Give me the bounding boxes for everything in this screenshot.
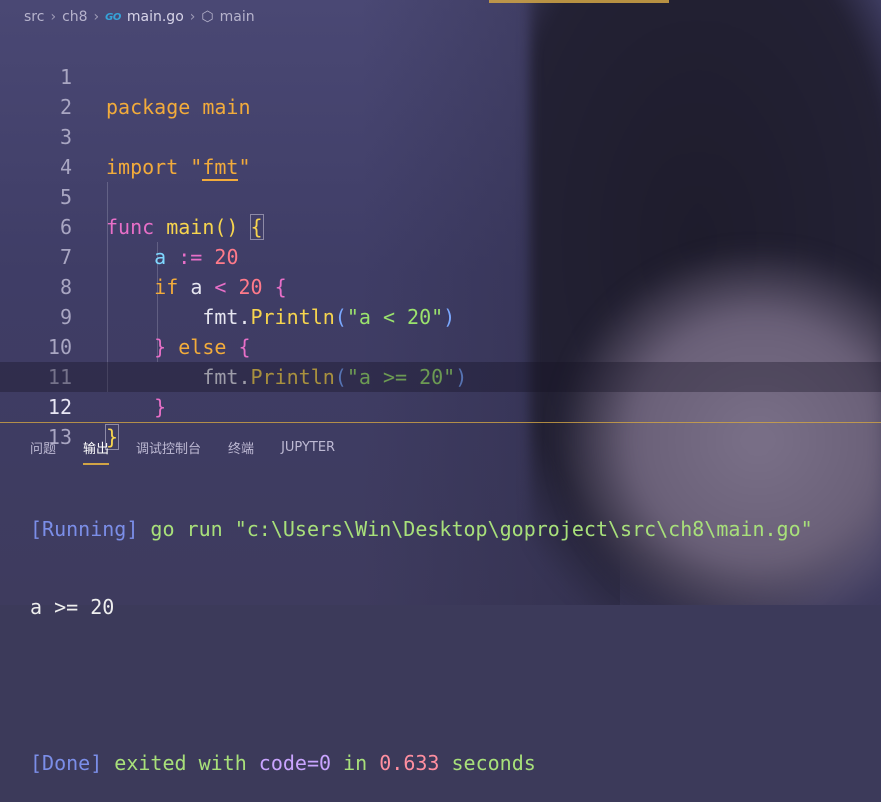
go-file-icon: GO <box>105 11 121 23</box>
breadcrumb-item-src[interactable]: src <box>24 9 44 25</box>
exit-code: code=0 <box>258 751 332 775</box>
code-line[interactable]: 7 if a < 20 { <box>0 212 881 299</box>
exited-text: exited with <box>114 751 247 775</box>
code-line[interactable]: 6 a := 20 <box>0 182 881 269</box>
code-line[interactable]: 1 package main <box>0 32 881 119</box>
tab-output[interactable]: 输出 <box>83 432 110 465</box>
run-command: go run "c:\Users\Win\Desktop\goproject\s… <box>150 517 813 541</box>
code-editor[interactable]: 1 package main 2 3 import "fmt" 4 5 func… <box>0 32 881 450</box>
tab-terminal[interactable]: 终端 <box>228 432 254 463</box>
breadcrumb-item-file[interactable]: main.go <box>127 9 184 25</box>
code-line[interactable]: 2 <box>0 62 881 119</box>
code-line[interactable]: 13 <box>0 392 881 449</box>
elapsed-value: 0.633 <box>379 751 440 775</box>
panel-divider[interactable] <box>0 422 881 423</box>
panel-tab-bar: 问题 输出 调试控制台 终端 JUPYTER <box>0 430 881 465</box>
code-line[interactable]: 9 } else { <box>0 272 881 359</box>
seconds-text: seconds <box>451 751 536 775</box>
breadcrumb-item-symbol[interactable]: main <box>220 9 255 25</box>
chevron-right-icon: › <box>93 9 100 25</box>
code-line-current[interactable]: 12 } <box>0 362 881 450</box>
output-panel[interactable]: [Running] go run "c:\Users\Win\Desktop\g… <box>30 466 813 802</box>
chevron-right-icon: › <box>50 9 57 25</box>
breadcrumb: src › ch8 › GO main.go › ⬡ main <box>0 0 881 34</box>
output-line: [Done] exited with code=0 in 0.633 secon… <box>30 748 813 778</box>
running-tag: [Running] <box>30 517 139 541</box>
output-blank <box>30 670 813 700</box>
tab-problems[interactable]: 问题 <box>30 432 56 463</box>
in-text: in <box>343 751 368 775</box>
code-line[interactable]: 3 import "fmt" <box>0 92 881 181</box>
code-line[interactable]: 4 <box>0 122 881 179</box>
code-line[interactable]: 11 } <box>0 332 881 419</box>
symbol-cube-icon: ⬡ <box>201 9 214 25</box>
done-tag: [Done] <box>30 751 103 775</box>
output-result: a >= 20 <box>30 595 115 619</box>
code-line[interactable]: 10 fmt.Println("a >= 20") <box>0 302 881 389</box>
output-line: [Running] go run "c:\Users\Win\Desktop\g… <box>30 514 813 544</box>
code-line[interactable]: 8 fmt.Println("a < 20") <box>0 242 881 329</box>
chevron-right-icon: › <box>189 9 196 25</box>
tab-jupyter[interactable]: JUPYTER <box>281 434 335 461</box>
code-line[interactable]: 5 func main() { <box>0 152 881 240</box>
tab-debug-console[interactable]: 调试控制台 <box>136 432 201 463</box>
breadcrumb-item-ch8[interactable]: ch8 <box>62 9 87 25</box>
